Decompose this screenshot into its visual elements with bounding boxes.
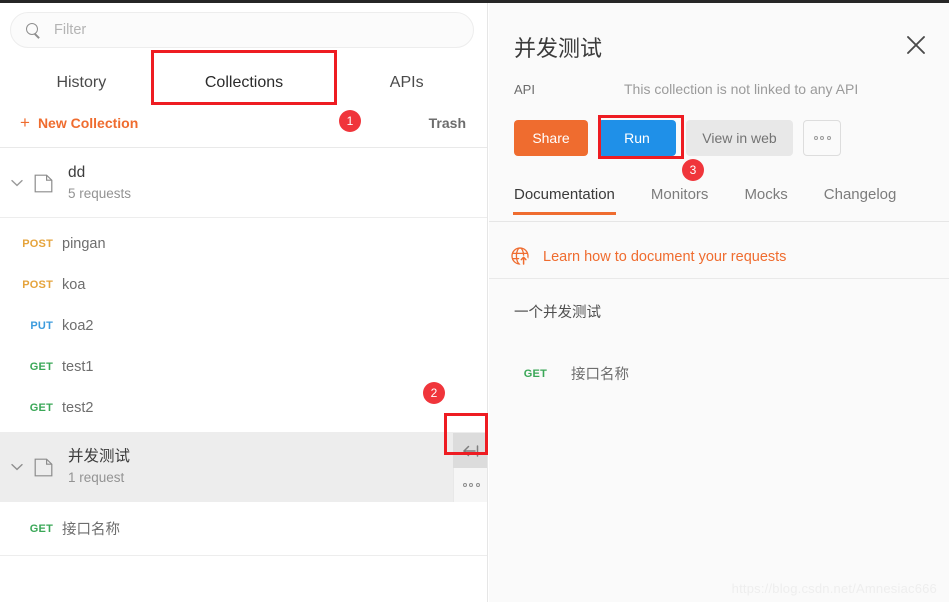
- detail-action-buttons: Share Run View in web: [514, 120, 841, 156]
- ellipsis-icon: [462, 483, 480, 487]
- request-row[interactable]: GET 接口名称: [0, 508, 487, 549]
- request-list-bingfaceshi: GET 接口名称: [0, 502, 487, 556]
- tab-collections-label: Collections: [204, 74, 284, 91]
- request-row[interactable]: GET test2: [0, 387, 487, 428]
- plus-icon: +: [20, 113, 30, 132]
- tab-mocks-label: Mocks: [744, 186, 788, 203]
- tab-changelog[interactable]: Changelog: [824, 186, 897, 214]
- tab-mocks[interactable]: Mocks: [744, 186, 787, 214]
- request-method: PUT: [30, 319, 53, 332]
- collapse-sidebar-icon[interactable]: [453, 433, 487, 468]
- sidebar-actions: + New Collection Trash: [0, 108, 487, 148]
- ellipsis-icon: [813, 136, 831, 140]
- filter-field[interactable]: [10, 12, 474, 48]
- more-options-icon[interactable]: [453, 468, 487, 502]
- watermark: https://blog.csdn.net/Amnesiac666: [731, 581, 937, 596]
- view-in-web-button[interactable]: View in web: [686, 120, 793, 156]
- request-method: GET: [523, 367, 547, 380]
- tab-monitors[interactable]: Monitors: [651, 186, 709, 214]
- request-row[interactable]: POST pingan: [0, 223, 487, 264]
- request-row[interactable]: GET test1: [0, 346, 487, 387]
- search-icon: [25, 22, 41, 38]
- trash-button[interactable]: Trash: [429, 115, 466, 131]
- tab-history-label: History: [56, 74, 107, 91]
- chevron-down-icon[interactable]: [4, 179, 30, 187]
- tab-apis[interactable]: APIs: [325, 61, 487, 105]
- tab-history[interactable]: History: [0, 61, 163, 105]
- more-options-button[interactable]: [803, 120, 841, 156]
- page-title: 并发测试: [514, 36, 603, 61]
- collection-request-count: 1 request: [68, 470, 125, 485]
- api-link-row: API This collection is not linked to any…: [514, 81, 934, 97]
- detail-tabs: Documentation Monitors Mocks Changelog: [489, 186, 949, 222]
- trash-label: Trash: [428, 115, 466, 131]
- detail-request-row[interactable]: GET 接口名称: [489, 363, 949, 384]
- request-name: koa: [62, 276, 86, 293]
- tab-collections[interactable]: Collections: [163, 61, 326, 105]
- request-name: pingan: [62, 235, 106, 252]
- request-name: test2: [62, 399, 94, 416]
- collections-sidebar: History Collections APIs + New Collectio…: [0, 3, 488, 602]
- collection-detail-panel: 并发测试 API This collection is not linked t…: [489, 3, 949, 602]
- learn-documentation-banner[interactable]: Learn how to document your requests: [489, 235, 949, 279]
- folder-icon: [34, 174, 53, 193]
- globe-upload-icon: [510, 246, 531, 267]
- new-collection-button[interactable]: + New Collection: [20, 114, 138, 131]
- tab-apis-label: APIs: [389, 74, 424, 91]
- api-link-status: This collection is not linked to any API: [624, 81, 859, 97]
- tab-documentation[interactable]: Documentation: [513, 186, 616, 215]
- request-name: test1: [62, 358, 94, 375]
- request-name: 接口名称: [62, 522, 120, 538]
- app-root: History Collections APIs + New Collectio…: [0, 0, 949, 602]
- sidebar-tabs: History Collections APIs: [0, 61, 487, 105]
- search-input[interactable]: [54, 22, 434, 38]
- share-button[interactable]: Share: [514, 120, 588, 156]
- request-method: POST: [22, 237, 53, 250]
- tab-monitors-label: Monitors: [650, 186, 709, 203]
- learn-documentation-link[interactable]: Learn how to document your requests: [543, 249, 786, 265]
- request-row[interactable]: POST koa: [0, 264, 487, 305]
- collection-text: dd 5 requests: [68, 162, 131, 204]
- collection-row-bingfaceshi[interactable]: 并发测试 1 request: [0, 433, 487, 502]
- request-name: 接口名称: [571, 367, 629, 383]
- request-list-dd: POST pingan POST koa PUT koa2 GET test1 …: [0, 218, 487, 433]
- request-method: POST: [22, 278, 53, 291]
- request-method: GET: [29, 522, 53, 535]
- new-collection-label: New Collection: [37, 114, 139, 131]
- tab-documentation-label: Documentation: [514, 186, 615, 203]
- collection-name: 并发测试: [68, 448, 131, 465]
- request-row[interactable]: PUT koa2: [0, 305, 487, 346]
- folder-icon: [34, 458, 53, 477]
- collection-text: 并发测试 1 request: [68, 446, 130, 488]
- collection-row-dd[interactable]: dd 5 requests: [0, 149, 487, 218]
- request-name: koa2: [62, 317, 94, 334]
- request-method: GET: [29, 360, 53, 373]
- chevron-down-icon[interactable]: [4, 463, 30, 471]
- tab-changelog-label: Changelog: [823, 186, 897, 203]
- collection-name: dd: [68, 164, 86, 181]
- close-icon[interactable]: [905, 34, 927, 56]
- api-label: API: [514, 81, 535, 97]
- collection-request-count: 5 requests: [68, 186, 132, 201]
- collection-description: 一个并发测试: [514, 305, 601, 321]
- run-button[interactable]: Run: [598, 120, 676, 156]
- request-method: GET: [29, 401, 53, 414]
